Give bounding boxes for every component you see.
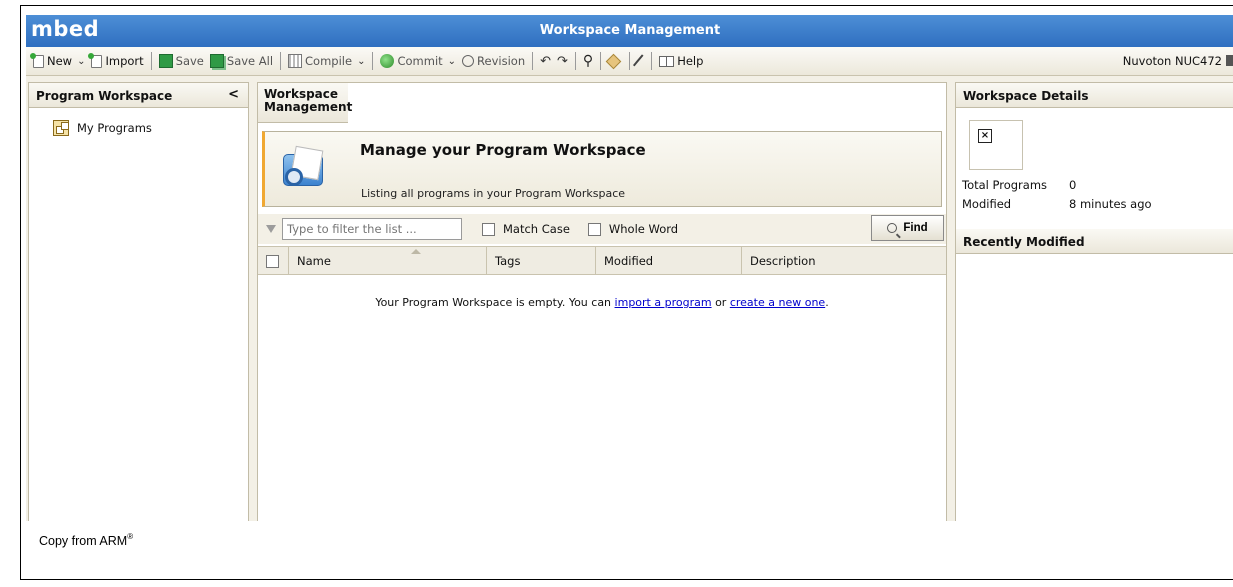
commit-icon bbox=[380, 54, 395, 68]
redo-icon[interactable]: ↷ bbox=[557, 54, 568, 69]
banner-subtitle: Listing all programs in your Program Wor… bbox=[361, 187, 626, 200]
toolbar-divider bbox=[651, 52, 653, 70]
workspace-details-header: Workspace Details bbox=[956, 83, 1233, 108]
filter-funnel-icon bbox=[266, 225, 276, 233]
sort-arrow-icon bbox=[411, 249, 421, 254]
revision-clock-icon bbox=[462, 55, 475, 67]
new-file-icon bbox=[30, 52, 44, 68]
broken-image-icon: × bbox=[978, 129, 992, 143]
import-program-link[interactable]: import a program bbox=[615, 296, 712, 309]
save-all-icon bbox=[209, 54, 224, 68]
title-bar: mbed Workspace Management bbox=[26, 15, 1233, 47]
package-icon bbox=[605, 53, 622, 69]
filter-input[interactable] bbox=[282, 218, 462, 240]
column-name[interactable]: Name bbox=[288, 247, 486, 275]
magnifier-icon bbox=[887, 223, 898, 233]
empty-state-message: Your Program Workspace is empty. You can… bbox=[375, 296, 829, 309]
undo-icon[interactable]: ↶ bbox=[540, 54, 551, 69]
banner-title: Manage your Program Workspace bbox=[360, 141, 646, 159]
folder-gear-icon bbox=[281, 145, 327, 190]
save-all-button[interactable]: Save All bbox=[207, 54, 276, 68]
save-icon bbox=[158, 54, 173, 68]
workspace-management-header: Workspace Management bbox=[258, 83, 352, 123]
program-table-header: Name Tags Modified Description bbox=[258, 246, 946, 275]
total-programs-row: Total Programs 0 bbox=[962, 178, 1077, 192]
recently-modified-section: Recently Modified bbox=[956, 229, 1233, 254]
magic-wand-icon bbox=[633, 54, 646, 68]
toolbar: New ⌄ Import Save Save All Compile ⌄ Commi… bbox=[26, 47, 1233, 76]
package-button[interactable] bbox=[605, 53, 625, 69]
toolbar-divider bbox=[600, 52, 602, 70]
match-case-checkbox[interactable]: Match Case bbox=[482, 222, 570, 236]
tree-item-my-programs[interactable]: My Programs bbox=[53, 120, 152, 136]
help-book-icon bbox=[659, 55, 675, 67]
toolbar-divider bbox=[574, 52, 576, 70]
column-modified[interactable]: Modified bbox=[595, 247, 741, 275]
revision-button[interactable]: Revision bbox=[459, 54, 528, 68]
source-caption: Copy from ARM® bbox=[39, 532, 134, 548]
binoculars-search-icon[interactable]: ⚲ bbox=[583, 53, 593, 69]
new-button[interactable]: New ⌄ bbox=[30, 52, 88, 68]
redacted-username bbox=[1050, 137, 1126, 157]
chevron-down-icon[interactable]: ⌄ bbox=[357, 56, 365, 67]
save-button[interactable]: Save bbox=[156, 54, 207, 68]
avatar: × bbox=[969, 120, 1023, 170]
toolbar-divider bbox=[150, 52, 152, 70]
commit-button[interactable]: Commit ⌄ bbox=[377, 54, 459, 68]
workspace-management-panel: Workspace Management Manage your Program… bbox=[257, 82, 947, 521]
column-description[interactable]: Description bbox=[741, 247, 946, 275]
device-chip-icon bbox=[1226, 55, 1233, 66]
target-device-selector[interactable]: Nuvoton NUC472 bbox=[1123, 54, 1233, 68]
whole-word-checkbox[interactable]: Whole Word bbox=[587, 222, 678, 236]
create-new-link[interactable]: create a new one bbox=[730, 296, 825, 309]
window-title: Workspace Management bbox=[539, 23, 721, 38]
toolbar-divider bbox=[280, 52, 282, 70]
workspace-banner: Manage your Program Workspace Listing al… bbox=[262, 131, 942, 207]
toolbar-divider bbox=[532, 52, 534, 70]
document-frame: mbed Workspace Management New ⌄ Import Sa… bbox=[20, 5, 1233, 580]
find-button[interactable]: Find bbox=[871, 215, 944, 241]
import-icon bbox=[88, 52, 103, 68]
compile-icon bbox=[288, 54, 303, 68]
chevron-down-icon[interactable]: ⌄ bbox=[448, 56, 456, 67]
program-workspace-header: Program Workspace < bbox=[29, 83, 248, 108]
chevron-down-icon[interactable]: ⌄ bbox=[77, 56, 85, 67]
compile-button[interactable]: Compile ⌄ bbox=[285, 54, 368, 68]
workspace-tree-icon bbox=[53, 120, 69, 136]
import-button[interactable]: Import bbox=[88, 52, 146, 68]
collapse-panel-icon[interactable]: < bbox=[228, 87, 239, 102]
recently-modified-header: Recently Modified bbox=[956, 229, 1233, 254]
checkbox-box[interactable] bbox=[587, 222, 601, 236]
column-tags[interactable]: Tags bbox=[486, 247, 595, 275]
modified-row: Modified 8 minutes ago bbox=[962, 197, 1152, 211]
select-all-checkbox[interactable] bbox=[266, 255, 279, 268]
filter-bar: Match Case Whole Word Find bbox=[258, 214, 946, 244]
checkbox-box[interactable] bbox=[482, 222, 495, 236]
mbed-compiler-window: mbed Workspace Management New ⌄ Import Sa… bbox=[26, 15, 1233, 521]
workspace-details-panel: Workspace Details × Total Programs 0 Mod… bbox=[955, 82, 1233, 521]
help-button[interactable]: Help bbox=[656, 54, 706, 68]
toolbar-divider bbox=[629, 52, 631, 70]
toolbar-divider bbox=[372, 52, 374, 70]
program-workspace-panel: Program Workspace < My Programs bbox=[28, 82, 249, 521]
wand-button[interactable] bbox=[633, 54, 647, 68]
